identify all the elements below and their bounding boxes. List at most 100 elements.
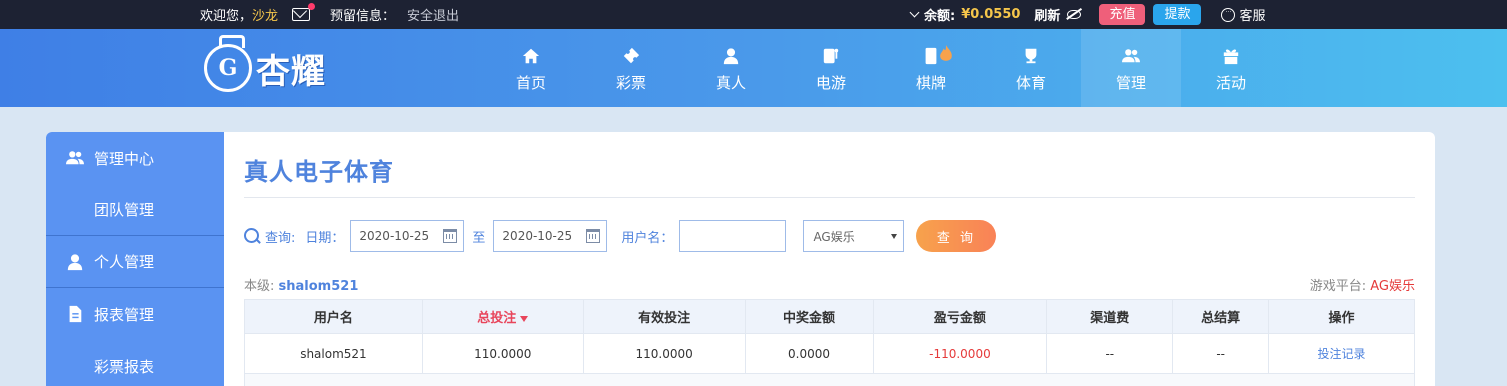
search-icon [244,227,261,245]
username-label: 用户名： [621,230,674,246]
column-header: 渠道费 [1046,299,1174,334]
main-card: 管理中心 团队管理 个人管理 报表管理 彩票报表 真人电子体育 查询: 日期： … [46,132,1435,386]
mail-icon[interactable] [292,3,316,21]
top-bar: 欢迎您， 沙龙 预留信息： 安全退出 余额: ¥0.0550 刷新 充值 提款 ·… [0,0,1507,29]
query-button[interactable]: 查 询 [916,220,997,252]
table-cell [244,373,1415,386]
column-header-label: 总投注 [477,311,517,326]
customer-service-link[interactable]: ··· 客服 [1221,5,1265,24]
users-icon [66,149,84,167]
table-row: shalom521 110.0000 110.0000 0.0000 -110.… [244,333,1415,374]
nav-item-slots[interactable]: 电游 [781,29,881,107]
logo-emblem-icon: G [204,35,252,92]
nav-item-management[interactable]: 管理 [1081,29,1181,107]
table-cell: -110.0000 [872,333,1048,374]
sidebar-item-label: 报表管理 [94,305,155,324]
sort-desc-icon [520,315,529,322]
logo-text: 杏耀 [256,51,326,92]
query-bar: 查询: 日期： 2020-10-25 至 2020-10-25 用户名： AG娱… [244,220,997,252]
date-from-value: 2020-10-25 [359,229,430,243]
nav-label: 活动 [1215,73,1246,92]
top-bar-left: 欢迎您， 沙龙 预留信息： 安全退出 [200,0,459,29]
date-range-separator: 至 [472,230,486,246]
sidebar: 管理中心 团队管理 个人管理 报表管理 彩票报表 [46,132,224,386]
chevron-down-icon[interactable] [909,7,920,18]
table-cell: shalom521 [244,333,423,374]
page-title: 真人电子体育 [244,158,394,186]
column-header: 有效投注 [582,299,746,334]
sidebar-item-label: 团队管理 [94,201,155,219]
notification-dot [308,3,316,10]
sidebar-item-lottery-report[interactable]: 彩票报表 [46,340,224,386]
calendar-icon[interactable] [586,229,601,243]
table-cell: 110.0000 [582,333,746,374]
nav-label: 首页 [515,73,546,92]
table-cell: -- [1172,333,1270,374]
nav-item-home[interactable]: 首页 [481,29,581,107]
recharge-button[interactable]: 充值 [1099,4,1146,25]
slot-machine-icon [822,44,840,68]
balance-value: ¥0.0550 [961,7,1021,22]
username-input[interactable] [679,220,787,252]
welcome-text: 欢迎您， [200,9,253,24]
nav-item-lottery[interactable]: 彩票 [581,29,681,107]
logo[interactable]: G 杏耀 [204,35,326,99]
table-cell: -- [1046,333,1174,374]
user-icon [66,253,84,271]
level-label: 本级: [244,279,275,294]
column-header: 操作 [1268,299,1415,334]
mahjong-icon [922,44,952,68]
top-bar-right: 余额: ¥0.0550 刷新 充值 提款 ··· 客服 [908,0,1265,29]
platform-label: 游戏平台: [1309,279,1367,294]
home-icon [522,44,540,68]
sidebar-item-team-management[interactable]: 团队管理 [46,184,224,236]
column-header: 总结算 [1172,299,1270,334]
withdraw-button[interactable]: 提款 [1153,4,1202,25]
eye-off-icon[interactable] [1067,10,1082,19]
nav-item-chess-cards[interactable]: 棋牌 [881,29,981,107]
chat-icon: ··· [1221,7,1236,22]
dealer-icon [722,44,740,68]
trophy-icon [1022,44,1040,68]
customer-service-label: 客服 [1239,9,1266,24]
logout-link[interactable]: 安全退出 [407,5,459,24]
calendar-icon[interactable] [443,229,458,243]
nav-item-live-casino[interactable]: 真人 [681,29,781,107]
date-from-input[interactable]: 2020-10-25 [350,220,465,252]
title-divider [244,197,1415,198]
date-to-input[interactable]: 2020-10-25 [493,220,608,252]
table-cell: 0.0000 [744,333,874,374]
gift-icon [1222,44,1240,68]
nav-item-promotions[interactable]: 活动 [1181,29,1281,107]
platform-value: AG娱乐 [1370,279,1415,294]
table-header-row: 用户名 总投注 有效投注 中奖金额 盈亏金额 渠道费 总结算 操作 [244,299,1415,334]
fire-icon [940,44,952,61]
date-to-value: 2020-10-25 [502,229,573,243]
table-cell: 110.0000 [421,333,584,374]
date-label: 日期： [305,230,345,246]
refresh-link[interactable]: 刷新 [1034,5,1060,24]
users-icon [1122,44,1140,68]
column-header-sortable[interactable]: 总投注 [421,299,584,334]
nav-label: 体育 [1015,73,1046,92]
balance-label: 余额: [924,9,956,24]
query-label: 查询: [265,230,296,246]
nav-item-sports[interactable]: 体育 [981,29,1081,107]
nav-label: 棋牌 [915,73,946,92]
nav-label: 电游 [815,73,846,92]
platform-select[interactable]: AG娱乐 [803,220,905,252]
sidebar-item-personal-management[interactable]: 个人管理 [46,236,224,288]
sidebar-item-label: 彩票报表 [94,357,155,376]
bet-record-link[interactable]: 投注记录 [1268,333,1415,374]
sidebar-item-label: 个人管理 [94,253,155,271]
username-text: 沙龙 [252,9,279,24]
level-user[interactable]: shalom521 [279,279,359,294]
ticket-icon [622,44,640,68]
column-header: 用户名 [244,299,423,334]
sidebar-item-management-center[interactable]: 管理中心 [46,132,224,184]
nav-label: 真人 [715,73,746,92]
table-row [244,373,1415,386]
reserve-info-label: 预留信息： [330,9,396,24]
caret-down-icon [891,233,898,239]
sidebar-item-report-management[interactable]: 报表管理 [46,288,224,340]
